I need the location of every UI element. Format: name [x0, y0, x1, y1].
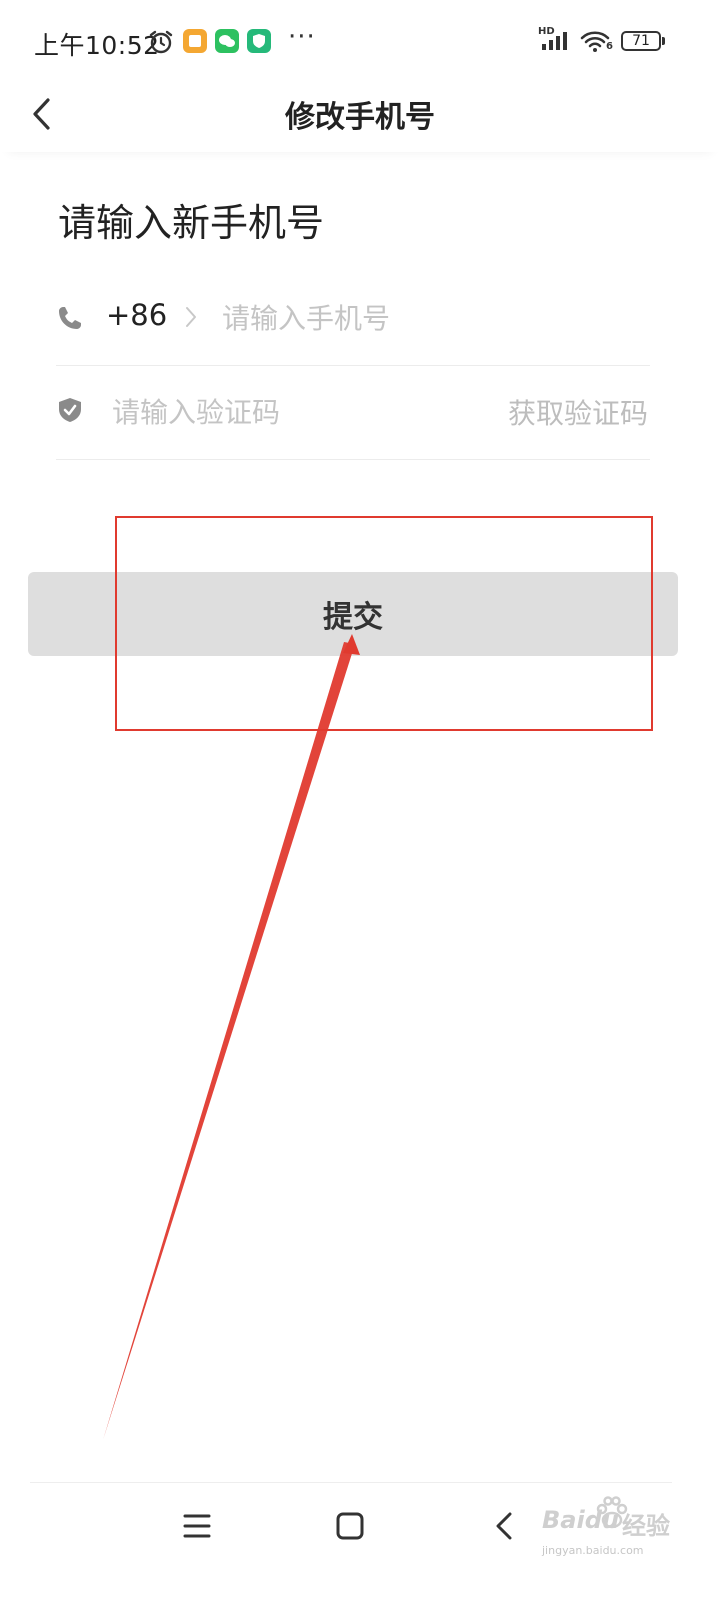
back-triangle-icon: [496, 1512, 512, 1540]
country-code-selector[interactable]: +86: [106, 298, 167, 332]
alarm-icon: [149, 30, 173, 54]
screen: 上午10:52 ··· HD 6 71 修改手机号 请输入新手机号 +86 请输…: [0, 0, 720, 1600]
phone-icon: [59, 307, 81, 329]
signal-icon: [542, 32, 567, 50]
wifi-label: 6: [606, 41, 613, 52]
shield-check-icon: [59, 398, 81, 422]
menu-button[interactable]: [175, 1504, 219, 1548]
verification-code-row: 获取验证码: [56, 366, 650, 460]
form-heading: 请输入新手机号: [58, 201, 325, 245]
app-header: 修改手机号: [0, 84, 720, 152]
get-code-button[interactable]: 获取验证码: [508, 392, 648, 432]
status-time: 上午10:52: [34, 31, 160, 60]
phone-input[interactable]: [222, 294, 642, 342]
nav-divider: [30, 1482, 672, 1483]
chevron-right-icon: [186, 307, 196, 327]
menu-icon: [183, 1514, 211, 1538]
phone-row: +86: [56, 272, 650, 366]
verification-code-input[interactable]: [112, 388, 472, 436]
status-bar: 上午10:52 ··· HD 6 71: [0, 0, 720, 84]
nav-back-button[interactable]: [482, 1504, 526, 1548]
watermark-brand: Baidu: [542, 1506, 619, 1534]
page-title: 修改手机号: [285, 100, 435, 135]
battery-icon: 71: [621, 31, 661, 51]
submit-button[interactable]: 提交: [28, 572, 678, 656]
watermark-brand-suffix: 经验: [622, 1512, 670, 1540]
more-notifications-icon: ···: [288, 22, 316, 52]
battery-tip: [662, 37, 665, 45]
notes-app-icon: [183, 29, 207, 53]
security-app-icon: [247, 29, 271, 53]
watermark-url: jingyan.baidu.com: [542, 1544, 644, 1557]
wechat-icon: [215, 29, 239, 53]
baidu-watermark: Baidu 经验 jingyan.baidu.com: [540, 1496, 690, 1566]
home-square-icon: [336, 1512, 364, 1540]
home-button[interactable]: [328, 1504, 372, 1548]
